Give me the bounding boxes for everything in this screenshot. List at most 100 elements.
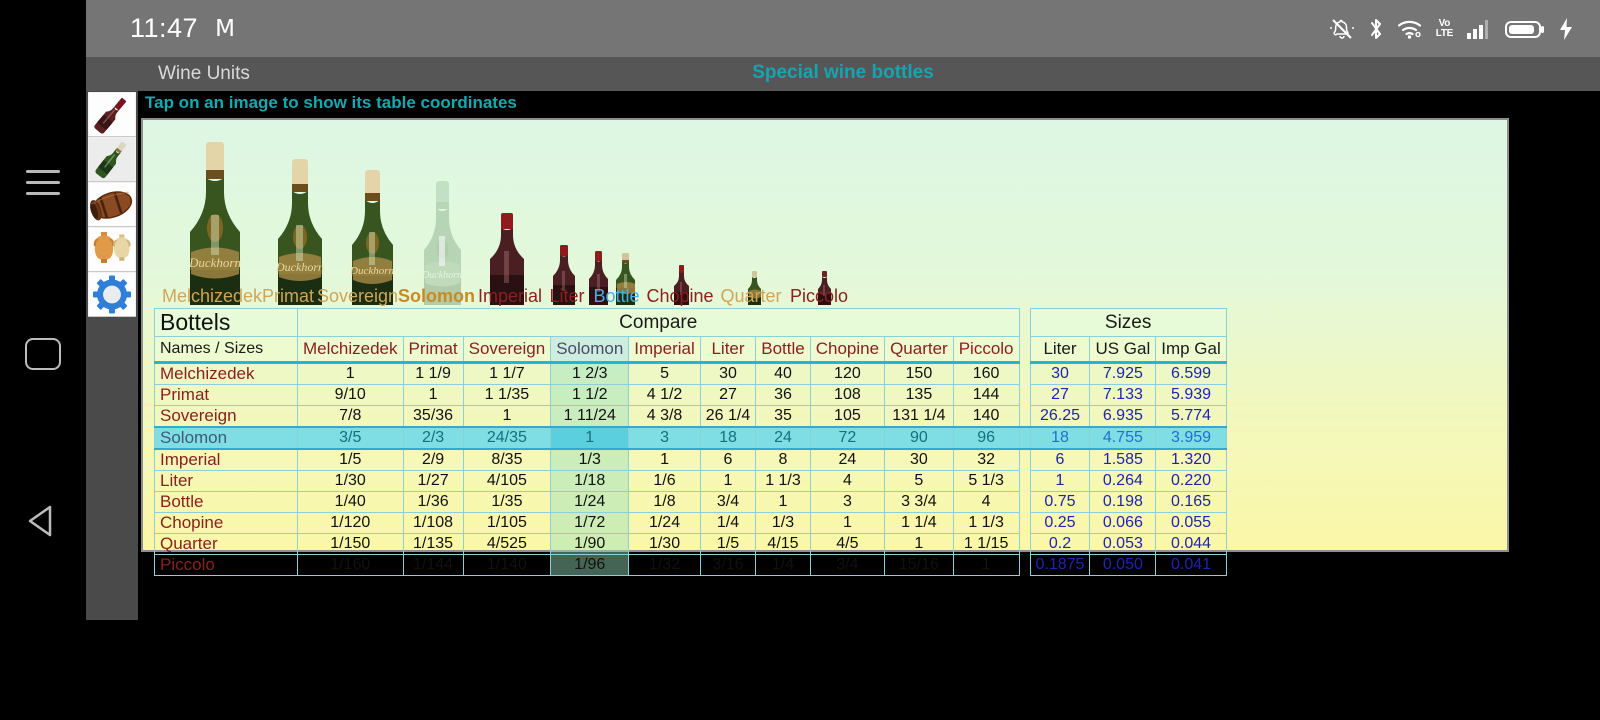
column-header-melchizedek[interactable]: Melchizedek (297, 336, 404, 364)
cell-compare[interactable]: 36 (755, 384, 811, 406)
cell-compare[interactable]: 90 (884, 426, 954, 450)
cell-compare[interactable]: 15/16 (884, 554, 954, 576)
cell-size[interactable]: 6 (1029, 448, 1091, 471)
cell-compare[interactable]: 9/10 (297, 384, 404, 406)
cell-compare[interactable]: 1/3 (550, 448, 630, 471)
cell-size[interactable]: 5.939 (1155, 384, 1227, 406)
column-header-piccolo[interactable]: Piccolo (952, 336, 1020, 364)
cell-compare[interactable]: 1/96 (550, 554, 630, 576)
column-header-bottle[interactable]: Bottle (755, 336, 811, 364)
cell-compare[interactable]: 1/4 (699, 512, 757, 534)
row-label[interactable]: Bottle (154, 491, 298, 513)
cell-compare[interactable]: 1/27 (402, 470, 464, 492)
cell-compare[interactable]: 1 2/3 (550, 362, 630, 385)
recent-apps-icon[interactable] (25, 338, 61, 370)
cell-compare[interactable]: 1/108 (402, 512, 464, 534)
cell-size[interactable]: 0.050 (1089, 554, 1157, 576)
cell-compare[interactable]: 4 (809, 470, 886, 492)
cell-compare[interactable]: 4 1/2 (628, 384, 701, 406)
cell-compare[interactable]: 96 (952, 426, 1020, 450)
cell-compare-selected[interactable]: 1 (550, 426, 630, 450)
cell-size[interactable]: 1.585 (1089, 448, 1157, 471)
row-label[interactable]: Imperial (154, 448, 298, 471)
cell-compare[interactable]: 18 (699, 426, 757, 450)
row-label[interactable]: Melchizedek (154, 362, 298, 385)
table-row[interactable]: Chopine 1/120 1/108 1/105 1/72 1/24 1/4 … (154, 512, 1227, 534)
cell-compare[interactable]: 2/3 (402, 426, 464, 450)
cell-compare[interactable]: 1/6 (628, 470, 701, 492)
bottle-label-piccolo[interactable]: Piccolo (775, 286, 863, 307)
cell-compare[interactable]: 30 (884, 448, 954, 471)
cell-compare[interactable]: 2/9 (402, 448, 464, 471)
table-row[interactable]: Liter 1/30 1/27 4/105 1/18 1/6 1 1 1/3 4… (154, 470, 1227, 492)
cell-compare[interactable]: 1/30 (297, 470, 404, 492)
cell-compare[interactable]: 8 (755, 448, 811, 471)
cell-size[interactable]: 0.055 (1155, 512, 1227, 534)
cell-compare[interactable]: 1/18 (550, 470, 630, 492)
cell-compare[interactable]: 30 (699, 362, 757, 385)
cell-compare[interactable]: 5 (884, 470, 954, 492)
table-row[interactable]: Melchizedek 1 1 1/9 1 1/7 1 2/3 5 30 40 … (154, 362, 1227, 385)
cell-size[interactable]: 1 (1029, 470, 1091, 492)
cell-size[interactable]: 26.25 (1029, 405, 1091, 428)
cell-compare[interactable]: 1/5 (699, 533, 757, 555)
cell-compare[interactable]: 1 (884, 533, 954, 555)
menu-icon[interactable] (26, 170, 60, 196)
cell-compare[interactable]: 4/525 (462, 533, 552, 555)
cell-compare[interactable]: 1 (755, 491, 811, 513)
column-header-primat[interactable]: Primat (402, 336, 464, 364)
cell-compare[interactable]: 3/16 (699, 554, 757, 576)
cell-compare[interactable]: 1 1/9 (402, 362, 464, 385)
cell-compare[interactable]: 4/105 (462, 470, 552, 492)
cell-compare[interactable]: 1/3 (755, 512, 811, 534)
bottle-image-sovereign[interactable]: Duckhorn (333, 168, 413, 305)
cell-size[interactable]: 7.133 (1089, 384, 1157, 406)
cell-compare[interactable]: 140 (952, 405, 1020, 428)
table-row[interactable]: Quarter 1/150 1/135 4/525 1/90 1/30 1/5 … (154, 533, 1227, 555)
cell-compare[interactable]: 144 (952, 384, 1020, 406)
cell-size[interactable]: 3.959 (1155, 426, 1227, 450)
column-header-liter[interactable]: Liter (699, 336, 757, 364)
table-row[interactable]: Primat 9/10 1 1 1/35 1 1/2 4 1/2 27 36 1… (154, 384, 1227, 406)
cell-compare[interactable]: 1 1/2 (550, 384, 630, 406)
table-row[interactable]: Sovereign 7/8 35/36 1 1 11/24 4 3/8 26 1… (154, 405, 1227, 428)
cell-compare[interactable]: 5 1/3 (952, 470, 1020, 492)
cell-compare[interactable]: 3 (809, 491, 886, 513)
cell-compare[interactable]: 1 (952, 554, 1020, 576)
sidebar-item-red-wine-bottle[interactable] (88, 92, 136, 137)
row-label[interactable]: Liter (154, 470, 298, 492)
cell-compare[interactable]: 160 (952, 362, 1020, 385)
cell-size[interactable]: 0.066 (1089, 512, 1157, 534)
cell-compare[interactable]: 1 1/7 (462, 362, 552, 385)
cell-size[interactable]: 4.755 (1089, 426, 1157, 450)
cell-compare[interactable]: 1/140 (462, 554, 552, 576)
column-header-chopine[interactable]: Chopine (809, 336, 886, 364)
cell-size[interactable]: 0.165 (1155, 491, 1227, 513)
cell-size[interactable]: 0.75 (1029, 491, 1091, 513)
cell-compare[interactable]: 131 1/4 (884, 405, 954, 428)
cell-size[interactable]: 0.053 (1089, 533, 1157, 555)
cell-compare[interactable]: 1 (462, 405, 552, 428)
cell-compare[interactable]: 32 (952, 448, 1020, 471)
cell-compare[interactable]: 35/36 (402, 405, 464, 428)
cell-compare[interactable]: 1/30 (628, 533, 701, 555)
cell-size[interactable]: 0.1875 (1029, 554, 1091, 576)
cell-size[interactable]: 7.925 (1089, 362, 1157, 385)
cell-compare[interactable]: 105 (809, 405, 886, 428)
cell-compare[interactable]: 1/150 (297, 533, 404, 555)
cell-compare[interactable]: 1/105 (462, 512, 552, 534)
column-header-size-liter[interactable]: Liter (1029, 336, 1091, 364)
row-label[interactable]: Primat (154, 384, 298, 406)
cell-size[interactable]: 6.599 (1155, 362, 1227, 385)
column-header-quarter[interactable]: Quarter (884, 336, 954, 364)
column-header-size-imp-gal[interactable]: Imp Gal (1155, 336, 1227, 364)
cell-compare[interactable]: 4/15 (755, 533, 811, 555)
cell-compare[interactable]: 1 1/3 (952, 512, 1020, 534)
cell-compare[interactable]: 120 (809, 362, 886, 385)
sidebar-item-settings[interactable] (88, 272, 136, 317)
cell-size[interactable]: 0.220 (1155, 470, 1227, 492)
cell-size[interactable]: 27 (1029, 384, 1091, 406)
cell-compare[interactable]: 8/35 (462, 448, 552, 471)
cell-size[interactable]: 0.198 (1089, 491, 1157, 513)
cell-compare[interactable]: 3 (628, 426, 701, 450)
